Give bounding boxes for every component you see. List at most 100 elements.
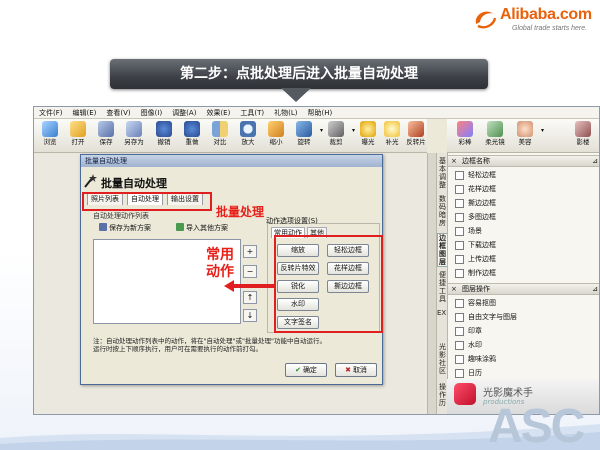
border-icon <box>455 171 464 180</box>
menu-file[interactable]: 文件(F) <box>34 107 68 119</box>
color-stick-icon <box>457 121 473 137</box>
list-item-easy-border[interactable]: 轻松边框 <box>452 169 598 181</box>
watermark-icon <box>455 341 464 350</box>
save-icon <box>98 121 114 137</box>
cancel-button[interactable]: ✖ 取消 <box>335 363 377 377</box>
menu-tools[interactable]: 工具(T) <box>235 107 269 119</box>
browse-button[interactable]: 浏览 <box>36 121 64 151</box>
menu-adjust[interactable]: 调整(A) <box>167 107 201 119</box>
save-button[interactable]: 保存 <box>92 121 120 151</box>
app-logo-icon <box>454 383 476 405</box>
pin-icon[interactable]: ⊿ <box>592 284 598 295</box>
beauty-dropdown-icon[interactable]: ▾ <box>541 127 544 134</box>
border-icon <box>455 213 464 222</box>
undo-button[interactable]: 撤销 <box>150 121 178 151</box>
compare-button[interactable]: 对比 <box>206 121 234 151</box>
dialog-heading: 批量自动处理 <box>84 174 167 191</box>
browse-icon <box>42 121 58 137</box>
zoom-in-button[interactable]: 放大 <box>234 121 262 151</box>
collapse-icon[interactable]: × <box>451 156 457 167</box>
list-item-calendar[interactable]: 日历 <box>452 367 598 379</box>
crop-button[interactable]: 裁剪 ▾ <box>322 121 355 151</box>
menu-bar: 文件(F) 编辑(E) 查看(V) 图像(I) 调整(A) 效果(E) 工具(T) 礼物(L)… <box>34 107 599 119</box>
import-scheme-button[interactable]: 导入其他方案 <box>176 223 228 233</box>
studio-button[interactable]: 影楼 <box>569 121 597 151</box>
brand-tagline: Global trade starts here. <box>512 25 588 32</box>
check-icon: ✔ <box>295 366 301 374</box>
list-item-free-text[interactable]: 自由文字与图层 <box>452 311 598 323</box>
magic-wand-icon <box>84 174 97 188</box>
action-list-label: 自动处理动作列表 <box>93 212 149 220</box>
save-as-icon <box>126 121 142 137</box>
remove-action-button[interactable]: − <box>243 265 257 278</box>
menu-edit[interactable]: 编辑(E) <box>68 107 102 119</box>
sun-icon <box>360 121 376 137</box>
move-down-button[interactable]: ↓ <box>243 309 257 322</box>
red-arrow-icon <box>224 280 276 292</box>
menu-help[interactable]: 帮助(H) <box>302 107 337 119</box>
text-icon <box>455 313 464 322</box>
color-stick-button[interactable]: 彩棒 <box>451 121 479 151</box>
download-icon <box>455 241 464 250</box>
list-item-scene[interactable]: 场景 <box>452 225 598 237</box>
zoom-in-icon <box>240 121 256 137</box>
menu-view[interactable]: 查看(V) <box>101 107 135 119</box>
list-item-upload-border[interactable]: 上传边框 <box>452 253 598 265</box>
rotate-button[interactable]: 旋转 ▾ <box>290 121 323 151</box>
undo-icon <box>156 121 172 137</box>
brand-name: Alibaba.com <box>500 6 592 23</box>
main-toolbar: 浏览 打开 保存 另存为 撤销 重做 对比 放大 缩小 旋转 ▾ 裁剪 ▾ 曝光 补… <box>34 119 427 153</box>
redo-button[interactable]: 重做 <box>178 121 206 151</box>
batch-annotation-label: 批量处理 <box>216 205 265 219</box>
common-actions-annotation: 常用动作 <box>206 247 234 280</box>
folder-icon <box>70 121 86 137</box>
reversal-film-button[interactable]: 反转片 <box>402 121 430 151</box>
promo-title: 光影魔术手 <box>483 388 533 399</box>
dialog-titlebar[interactable]: 批量自动处理 <box>81 155 382 167</box>
action-options-label: 动作选项设置(S) <box>266 217 318 225</box>
zoom-out-button[interactable]: 缩小 <box>262 121 290 151</box>
open-button[interactable]: 打开 <box>64 121 92 151</box>
layer-section-header[interactable]: × 图层操作 ⊿ <box>448 283 599 295</box>
list-item-torn-border[interactable]: 撕边边框 <box>452 197 598 209</box>
save-scheme-button[interactable]: 保存为新方案 <box>99 223 151 233</box>
workspace-scrollbar[interactable] <box>427 153 436 414</box>
beauty-button[interactable]: 美容 ▾ <box>511 121 544 151</box>
dialog-note: 注：自动处理动作列表中的动作，将在"自动处理"或"批量处理"功能中自动运行。 运… <box>93 337 326 353</box>
border-section-header[interactable]: × 边框名称 ⊿ <box>448 155 599 167</box>
list-item-make-border[interactable]: 制作边框 <box>452 267 598 279</box>
soft-lens-button[interactable]: 柔光镜 <box>481 121 509 151</box>
soft-lens-icon <box>487 121 503 137</box>
import-icon <box>176 223 184 231</box>
step-banner: 第二步：点批处理后进入批量自动处理 <box>110 59 488 89</box>
collapse-icon[interactable]: × <box>451 284 457 295</box>
list-item-watermark[interactable]: 水印 <box>452 339 598 351</box>
calendar-icon <box>455 369 464 378</box>
zoom-out-icon <box>268 121 284 137</box>
bulb-icon <box>384 121 400 137</box>
border-icon <box>455 185 464 194</box>
list-item-pattern-border[interactable]: 花样边框 <box>452 183 598 195</box>
doodle-icon <box>455 355 464 364</box>
save-as-button[interactable]: 另存为 <box>120 121 148 151</box>
list-item-cutout[interactable]: 容易抠图 <box>452 297 598 309</box>
menu-gift[interactable]: 礼物(L) <box>269 107 302 119</box>
menu-effect[interactable]: 效果(E) <box>201 107 235 119</box>
side-tabs: 基本调整 数码暗房 边框图层 便捷工具 EXIF 光影社区 操作历 <box>436 153 452 414</box>
pin-icon[interactable]: ⊿ <box>592 156 598 167</box>
list-item-download-border[interactable]: 下载边框 <box>452 239 598 251</box>
redo-icon <box>184 121 200 137</box>
ok-button[interactable]: ✔ 确定 <box>285 363 327 377</box>
alibaba-logo: Alibaba.com Global trade starts here. <box>472 4 598 38</box>
list-item-multi-border[interactable]: 多图边框 <box>452 211 598 223</box>
effects-toolbar: 彩棒 柔光镜 美容 ▾ 影楼 <box>447 119 599 153</box>
crop-icon <box>328 121 344 137</box>
add-action-button[interactable]: + <box>243 245 257 258</box>
compare-icon <box>212 121 228 137</box>
list-item-stamp[interactable]: 印章 <box>452 325 598 337</box>
menu-image[interactable]: 图像(I) <box>136 107 168 119</box>
footer-watermark: ASC <box>488 400 585 450</box>
list-item-doodle[interactable]: 趣味涂鸦 <box>452 353 598 365</box>
face-icon <box>517 121 533 137</box>
save-icon <box>99 223 107 231</box>
